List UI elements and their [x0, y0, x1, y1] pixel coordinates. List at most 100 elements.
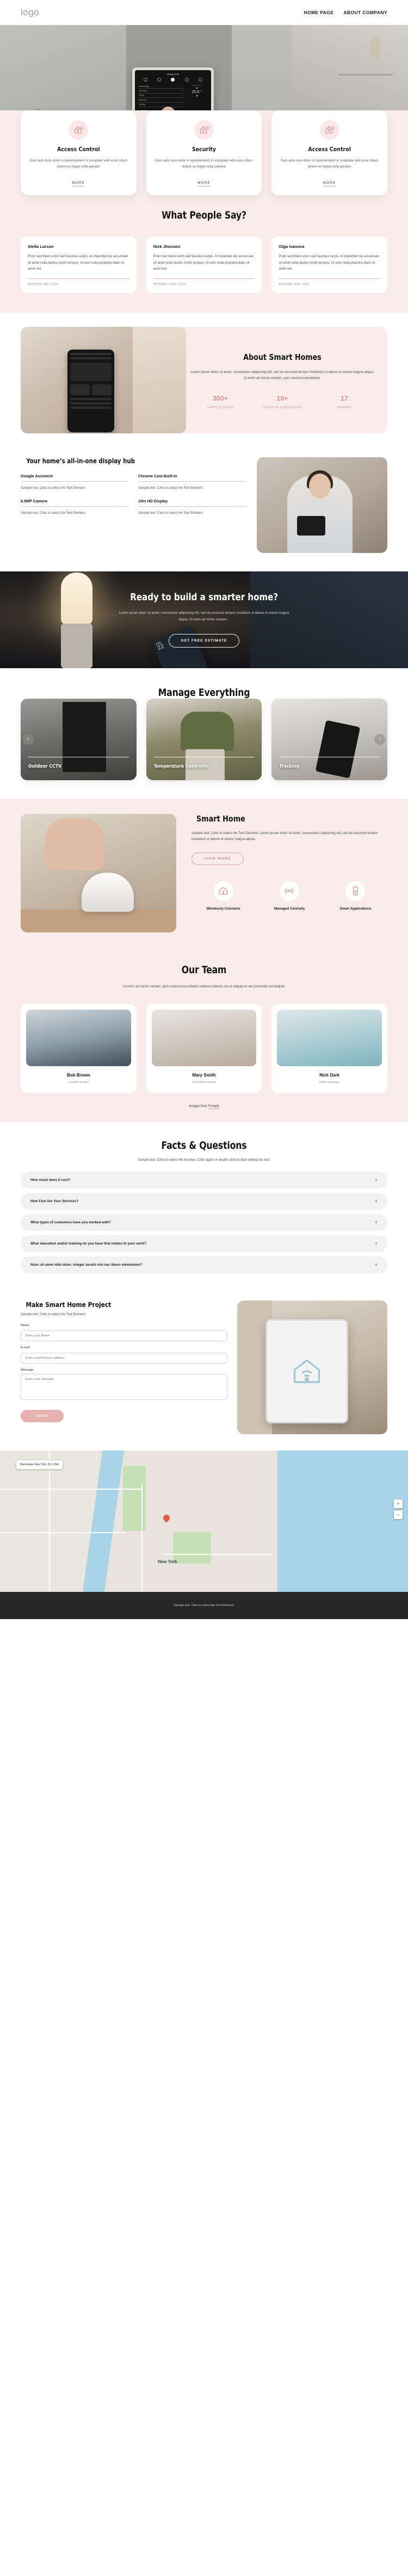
cta-section: FRI 22 Ready to build a smarter home? Lo…	[0, 571, 408, 668]
manage-card-caption: Temperature Controller	[153, 763, 209, 769]
bulb-icon	[144, 78, 148, 82]
main-navigation: HOME PAGE ABOUT COMPANY	[304, 10, 387, 15]
faq-item[interactable]: How Fast Are Your Services? +	[21, 1192, 387, 1210]
site-footer: Sample text. Click to select the Text El…	[0, 1591, 408, 1619]
fan-icon	[184, 78, 189, 82]
feature-text: Duis aute irure dolor in reprehenderit i…	[29, 159, 127, 169]
faq-question: How much does it cost?	[30, 1178, 71, 1182]
manage-section: Manage Everything Outdoor CCTV Temperatu…	[0, 668, 408, 799]
contact-title: Make Smart Home Project	[26, 1300, 112, 1309]
testimonials-title: What People Say?	[162, 209, 246, 221]
manage-card[interactable]: Tracking	[271, 698, 388, 780]
stats-row: 300+ HAPPY CLIENTS 10+ YEARS OF EXPERIEN…	[189, 395, 375, 410]
chevron-right-icon[interactable]: ›	[374, 733, 385, 745]
feature-more-link[interactable]: MORE	[72, 181, 85, 186]
faq-item[interactable]: How much does it cost? +	[21, 1171, 387, 1189]
hub-feature: Chrome Cast Built-In Sample text. Click …	[138, 474, 246, 491]
hub-feature-title: Google Assistent	[21, 473, 53, 478]
panel-temperature: Temperature ▲ 20,5 ° ▼	[191, 84, 202, 98]
hub-feature: 10in HD Display Sample text. Click to se…	[138, 499, 246, 516]
stat-label: HAPPY CLIENTS	[207, 406, 233, 409]
panel-day-list: Wednesday ✓ Thursday ✓ Friday ✓ Saturday ✓ S…	[139, 84, 183, 107]
stat-item: 17 AWARDS	[313, 395, 375, 410]
testimonial-name: Stella Larson	[28, 244, 54, 249]
smart-home-icon	[194, 120, 214, 140]
map-section[interactable]: Manhattan New York, NY, USA New York + −	[0, 1450, 408, 1592]
testimonial-date: MONDAY, MAY 2024	[279, 282, 310, 286]
team-section: Our Team Ut enim ad minim veniam, quis n…	[0, 950, 408, 1122]
map-pin-icon[interactable]	[162, 1513, 171, 1522]
team-member-name: Mary Smith	[192, 1072, 216, 1078]
hub-feature-text: Sample text. Click to select the Text El…	[21, 511, 86, 515]
view-more-button[interactable]: VIEW MORE	[191, 852, 244, 865]
landing-page: logo HOME PAGE ABOUT COMPANY Living room	[0, 0, 408, 1619]
team-member-role: sales manager	[319, 1080, 340, 1084]
feature-card[interactable]: Access Control Duis aute irure dolor in …	[21, 110, 137, 195]
about-image	[21, 326, 186, 433]
name-label: Name	[21, 1323, 29, 1327]
hub-feature-text: Sample text. Click to select the Text El…	[138, 511, 203, 515]
name-field-group: Name	[21, 1324, 227, 1341]
faq-item[interactable]: What education and/or training do you ha…	[21, 1235, 387, 1252]
plus-icon[interactable]: +	[375, 1219, 378, 1225]
smart-feature-label: Wirelessly Connects	[206, 906, 240, 911]
feature-more-link[interactable]: MORE	[323, 181, 336, 186]
faq-item[interactable]: Nunc sit amet nibh dolor. Integer iaculi…	[21, 1256, 387, 1273]
email-field-group: E-mail	[21, 1346, 227, 1364]
testimonial-date: MONDAY, JUNE 2024	[153, 282, 186, 286]
display-hub-section: Your home’s all-in-one display hub Googl…	[0, 449, 408, 571]
features-section: Access Control Duis aute irure dolor in …	[0, 110, 408, 209]
feature-card[interactable]: Access Control Duis aute irure dolor in …	[271, 110, 388, 195]
manage-card[interactable]: Temperature Controller	[146, 698, 262, 780]
testimonial-text: Proin sed libero enim sed faucibus turpi…	[28, 254, 128, 271]
smart-feature-label: Managed Centrally	[274, 906, 305, 911]
manage-card[interactable]: Outdoor CCTV	[21, 698, 137, 780]
team-member-role: Chief Accountant	[192, 1080, 216, 1084]
faq-item[interactable]: What types of customers have you worked …	[21, 1214, 387, 1231]
about-title: About Smart Homes	[243, 352, 322, 362]
plus-icon[interactable]: +	[375, 1198, 378, 1204]
feature-text: Duis aute irure dolor in reprehenderit i…	[155, 159, 253, 169]
testimonial-card: Stella Larson Proin sed libero enim sed …	[21, 237, 137, 293]
chevron-left-icon[interactable]: ‹	[23, 733, 34, 745]
email-input[interactable]	[21, 1352, 227, 1364]
avatar	[151, 1009, 257, 1066]
map-zoom-in-button[interactable]: +	[394, 1499, 403, 1508]
feature-card[interactable]: Security Duis aute irure dolor in repreh…	[146, 110, 262, 195]
freepik-link[interactable]: Freepik	[208, 1104, 219, 1109]
team-subtitle: Ut enim ad minim veniam, quis nostrud ex…	[122, 984, 286, 988]
cta-title: Ready to build a smarter home?	[130, 592, 278, 603]
hub-image	[257, 457, 387, 553]
send-button[interactable]: SEND	[21, 1409, 64, 1422]
map-zoom-out-button[interactable]: −	[394, 1510, 403, 1519]
name-input[interactable]	[21, 1330, 227, 1341]
smart-home-image	[21, 813, 176, 932]
smart-feature: Wirelessly Connects	[191, 881, 255, 911]
manage-card-caption: Outdoor CCTV	[28, 763, 62, 769]
manage-card-caption: Tracking	[279, 763, 300, 769]
email-label: E-mail	[21, 1346, 30, 1349]
team-member-role: creative leader	[68, 1080, 89, 1084]
feature-title: Access Control	[57, 146, 100, 153]
faq-question: What types of customers have you worked …	[30, 1220, 112, 1224]
get-free-estimate-button[interactable]: GET FREE ESTIMATE	[168, 634, 240, 648]
contact-image	[237, 1300, 387, 1434]
plus-icon[interactable]: +	[375, 1241, 378, 1246]
power-icon	[198, 78, 202, 82]
faq-subtitle: Sample text. Click to select the text bo…	[138, 1158, 270, 1162]
message-textarea[interactable]	[21, 1373, 227, 1400]
nav-item-home-page[interactable]: HOME PAGE	[304, 10, 333, 15]
team-title: Our Team	[181, 963, 227, 976]
footer-text: Sample text. Click to select the Text El…	[174, 1603, 234, 1607]
feature-more-link[interactable]: MORE	[197, 181, 211, 186]
plus-icon[interactable]: +	[375, 1177, 378, 1183]
plus-icon[interactable]: +	[375, 1262, 378, 1267]
divider	[153, 278, 255, 279]
signal-waves-icon	[279, 881, 299, 901]
divider	[138, 506, 246, 507]
site-header: logo HOME PAGE ABOUT COMPANY	[0, 0, 408, 25]
image-credit: Images from Freepik	[21, 1104, 387, 1109]
map-city-label: New York	[158, 1559, 177, 1564]
nav-item-about-company[interactable]: ABOUT COMPANY	[343, 10, 387, 15]
logo[interactable]: logo	[21, 7, 39, 18]
